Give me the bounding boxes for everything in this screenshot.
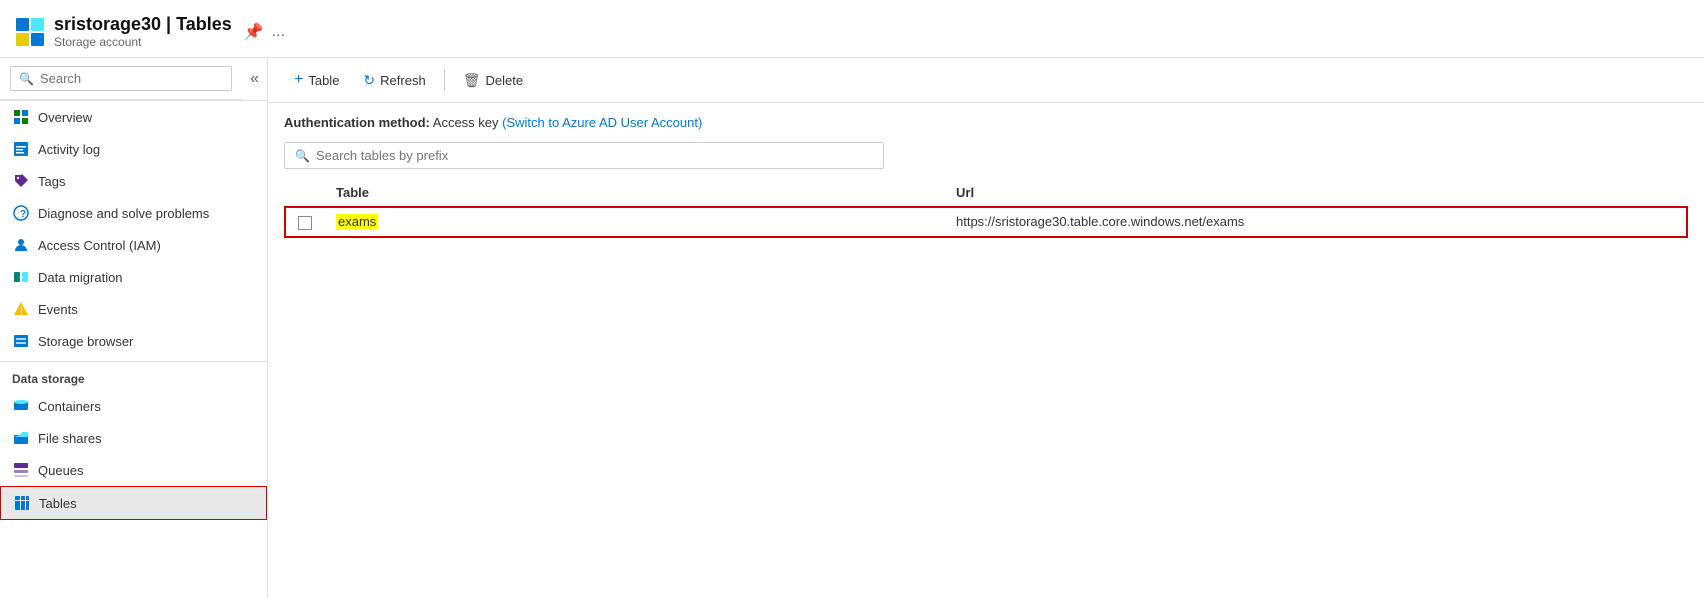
tables-table: Table Url exams https://sristorage30.tab…: [284, 179, 1688, 238]
events-icon: !: [12, 300, 30, 318]
row-checkbox-cell: [285, 207, 324, 237]
sidebar-item-label: File shares: [38, 431, 102, 446]
delete-label: Delete: [485, 73, 523, 88]
sidebar-search-area: 🔍: [0, 58, 242, 100]
sidebar-nav: Overview Activity log Tags ?: [0, 101, 267, 598]
storage-browser-icon: [12, 332, 30, 350]
auth-method-bar: Authentication method: Access key (Switc…: [284, 115, 1688, 130]
refresh-button[interactable]: ↻ Refresh: [353, 67, 435, 94]
iam-icon: [12, 236, 30, 254]
table-name-highlight: exams: [336, 214, 378, 229]
refresh-label: Refresh: [380, 73, 426, 88]
sidebar-item-label: Tables: [39, 496, 77, 511]
auth-switch-link[interactable]: (Switch to Azure AD User Account): [502, 115, 702, 130]
containers-icon: [12, 397, 30, 415]
sidebar: 🔍 « Overview Activity log: [0, 58, 268, 598]
sidebar-item-access-control[interactable]: Access Control (IAM): [0, 229, 267, 261]
sidebar-item-label: Tags: [38, 174, 65, 189]
auth-label: Authentication method:: [284, 115, 430, 130]
sidebar-item-label: Queues: [38, 463, 84, 478]
sidebar-item-storage-browser[interactable]: Storage browser: [0, 325, 267, 357]
collapse-button[interactable]: «: [242, 70, 267, 88]
sidebar-item-data-migration[interactable]: Data migration: [0, 261, 267, 293]
row-table-name: exams: [324, 207, 944, 237]
sidebar-item-label: Storage browser: [38, 334, 133, 349]
add-table-button[interactable]: + Table: [284, 66, 349, 94]
app-icon: [16, 18, 44, 46]
search-prefix-input[interactable]: [316, 148, 873, 163]
search-icon: 🔍: [19, 72, 34, 86]
col-header-url: Url: [944, 179, 1687, 207]
queues-icon: [12, 461, 30, 479]
sidebar-item-diagnose[interactable]: ? Diagnose and solve problems: [0, 197, 267, 229]
add-table-label: Table: [308, 73, 339, 88]
pin-button[interactable]: 📌: [244, 22, 264, 42]
sidebar-item-label: Data migration: [38, 270, 123, 285]
sidebar-item-label: Overview: [38, 110, 92, 125]
content-area: + Table ↻ Refresh 🗑 Delete Authenticatio…: [268, 58, 1704, 598]
search-prefix-icon: 🔍: [295, 149, 310, 163]
migration-icon: [12, 268, 30, 286]
more-button[interactable]: ...: [272, 23, 285, 41]
refresh-icon: ↻: [363, 72, 375, 89]
sidebar-item-tags[interactable]: Tags: [0, 165, 267, 197]
header-title-group: sristorage30 | Tables Storage account: [54, 14, 232, 49]
overview-icon: [12, 108, 30, 126]
search-box[interactable]: 🔍: [10, 66, 232, 91]
diagnose-icon: ?: [12, 204, 30, 222]
svg-text:?: ?: [20, 209, 26, 220]
col-header-checkbox: [285, 179, 324, 207]
delete-icon: 🗑: [463, 72, 481, 89]
search-input[interactable]: [40, 71, 223, 86]
sidebar-item-label: Events: [38, 302, 78, 317]
search-prefix-box[interactable]: 🔍: [284, 142, 884, 169]
toolbar-divider: [444, 69, 445, 91]
sidebar-item-label: Access Control (IAM): [38, 238, 161, 253]
sidebar-item-events[interactable]: ! Events: [0, 293, 267, 325]
data-storage-section-header: Data storage: [0, 361, 267, 390]
col-header-table: Table: [324, 179, 944, 207]
sidebar-item-overview[interactable]: Overview: [0, 101, 267, 133]
sidebar-item-label: Activity log: [38, 142, 100, 157]
sidebar-item-file-shares[interactable]: File shares: [0, 422, 267, 454]
sidebar-item-tables[interactable]: Tables: [0, 486, 267, 520]
content-body: Authentication method: Access key (Switc…: [268, 103, 1704, 598]
sidebar-item-label: Diagnose and solve problems: [38, 206, 209, 221]
add-icon: +: [294, 71, 303, 89]
page-title: sristorage30 | Tables: [54, 14, 232, 35]
app-header: sristorage30 | Tables Storage account 📌 …: [0, 0, 1704, 58]
sidebar-item-label: Containers: [38, 399, 101, 414]
sidebar-item-activity-log[interactable]: Activity log: [0, 133, 267, 165]
table-row[interactable]: exams https://sristorage30.table.core.wi…: [285, 207, 1687, 237]
delete-button[interactable]: 🗑 Delete: [453, 67, 533, 94]
sidebar-item-containers[interactable]: Containers: [0, 390, 267, 422]
page-subtitle: Storage account: [54, 35, 232, 49]
row-table-url: https://sristorage30.table.core.windows.…: [944, 207, 1687, 237]
tags-icon: [12, 172, 30, 190]
toolbar: + Table ↻ Refresh 🗑 Delete: [268, 58, 1704, 103]
row-checkbox[interactable]: [298, 216, 312, 230]
main-layout: 🔍 « Overview Activity log: [0, 58, 1704, 598]
tables-icon: [13, 494, 31, 512]
activity-log-icon: [12, 140, 30, 158]
sidebar-item-queues[interactable]: Queues: [0, 454, 267, 486]
file-shares-icon: [12, 429, 30, 447]
svg-text:!: !: [20, 306, 23, 316]
